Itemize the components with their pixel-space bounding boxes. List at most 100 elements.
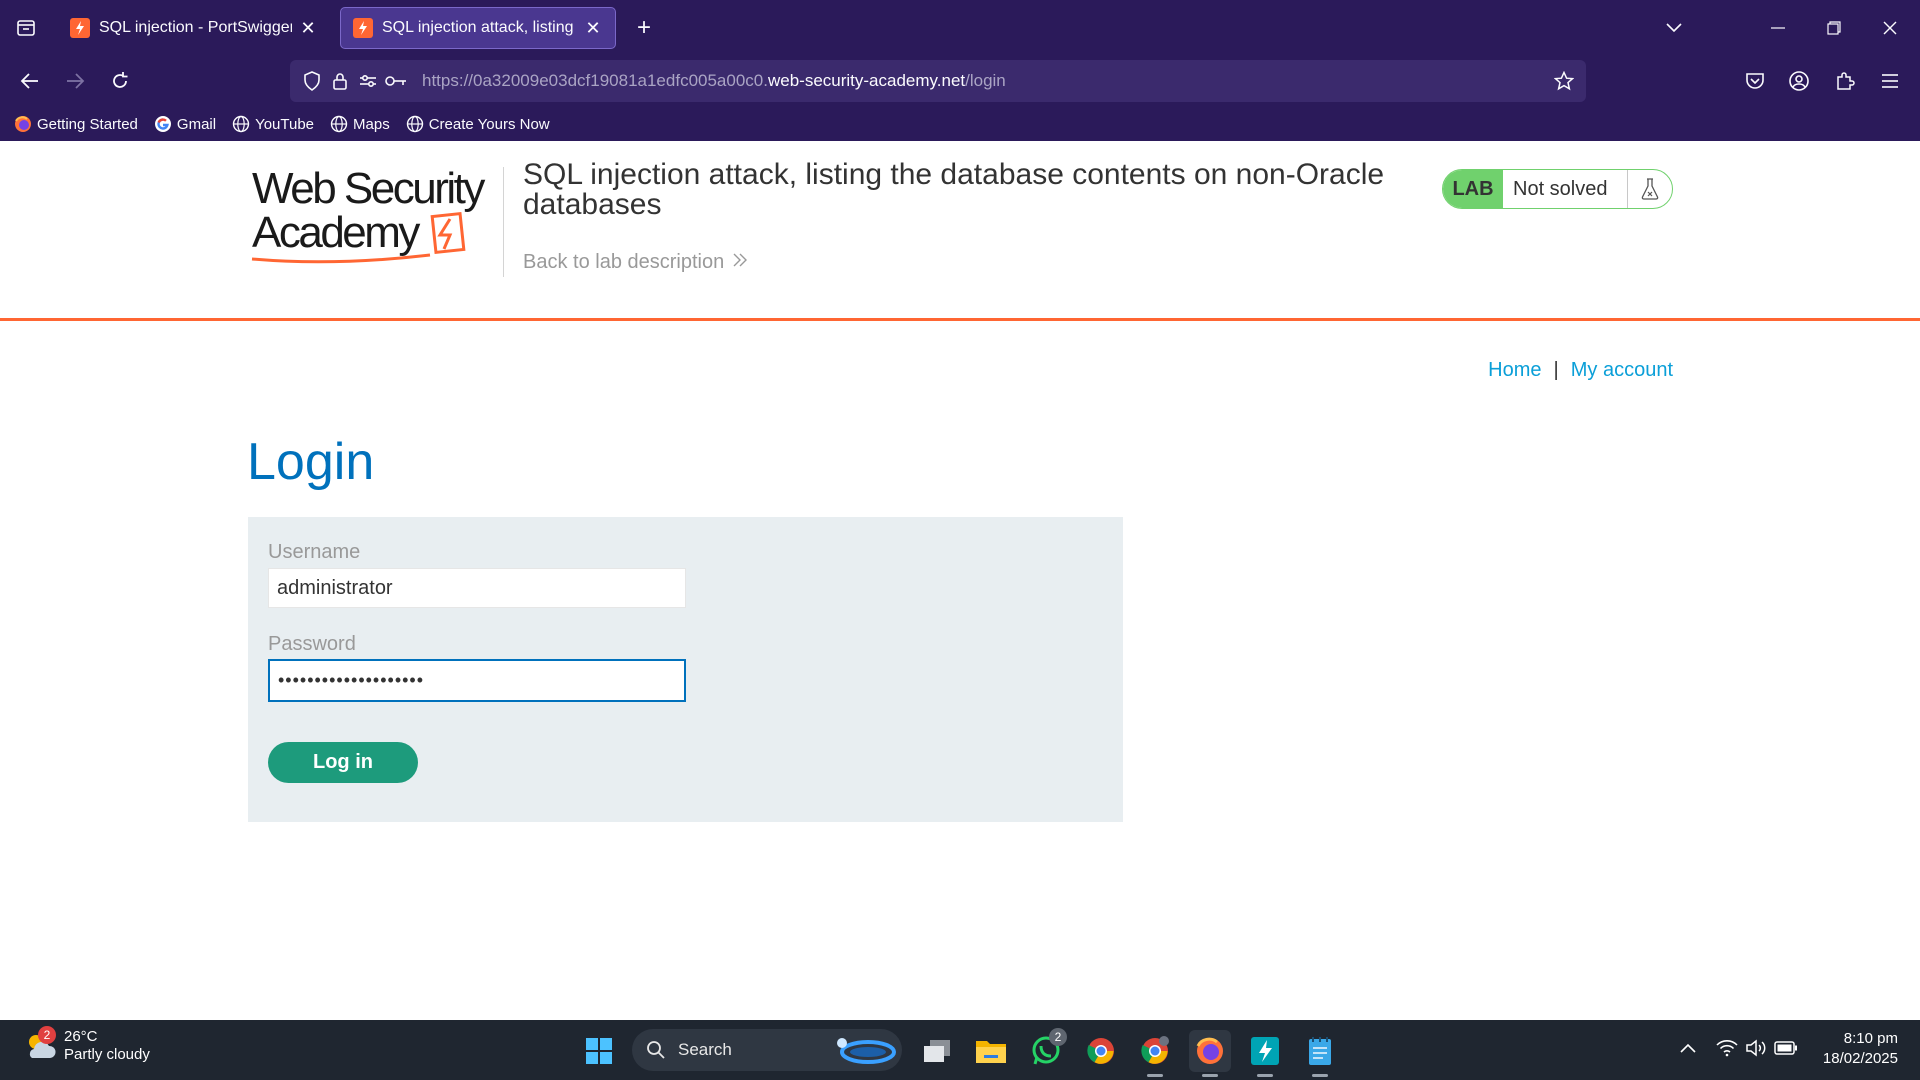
reload-icon: [113, 72, 128, 88]
password-label: Password: [268, 633, 356, 655]
folder-icon: [976, 1041, 1006, 1063]
search-highlight-icon: [837, 1038, 896, 1064]
task-view-button[interactable]: [916, 1030, 958, 1072]
tab-title: SQL injection - PortSwigger: [99, 19, 292, 36]
arrow-right-icon: [67, 73, 85, 89]
browser-navbar: https://0a32009e03dcf19081a1edfc005a00c0…: [0, 55, 1920, 107]
lab-status-text: Not solved: [1513, 177, 1608, 200]
minimize-icon: [1771, 26, 1785, 29]
account-button[interactable]: [1781, 63, 1817, 99]
svg-text:Web Security: Web Security: [252, 165, 485, 213]
weather-widget[interactable]: 2 26°C Partly cloudy: [22, 1026, 150, 1064]
hamburger-menu-icon: [1882, 74, 1898, 88]
tab-lab-active[interactable]: SQL injection attack, listing the ✕: [340, 7, 616, 49]
key-icon[interactable]: [382, 67, 410, 95]
close-window-button[interactable]: [1862, 0, 1918, 55]
whatsapp-button[interactable]: 2: [1025, 1028, 1067, 1072]
close-tab-icon[interactable]: ✕: [583, 18, 603, 38]
battery-status[interactable]: [1772, 1034, 1800, 1062]
start-button[interactable]: [578, 1030, 620, 1072]
login-form: Username administrator Password ••••••••…: [248, 517, 1123, 822]
windows-logo-icon: [586, 1038, 612, 1064]
bookmark-youtube[interactable]: YouTube: [232, 115, 314, 133]
chrome-profile-button[interactable]: [1134, 1030, 1176, 1077]
back-link-label: Back to lab description: [523, 251, 725, 273]
globe-icon: [232, 115, 250, 133]
username-label: Username: [268, 541, 361, 563]
weather-badge: 2: [38, 1026, 56, 1044]
url-bar[interactable]: https://0a32009e03dcf19081a1edfc005a00c0…: [290, 60, 1586, 102]
password-field[interactable]: ••••••••••••••••••••: [268, 659, 686, 702]
file-explorer-button[interactable]: [970, 1030, 1012, 1072]
lab-status-widget: LAB Not solved: [1442, 169, 1673, 209]
tracking-protection-icon[interactable]: [298, 67, 326, 95]
clock-date: 18/02/2025: [1822, 1050, 1898, 1067]
show-hidden-icons-button[interactable]: [1674, 1034, 1702, 1062]
wifi-status[interactable]: [1713, 1034, 1741, 1062]
bookmark-label: Create Yours Now: [428, 115, 550, 133]
clock-time: 8:10 pm: [1843, 1030, 1898, 1047]
username-value: administrator: [277, 576, 393, 599]
lock-icon[interactable]: [326, 67, 354, 95]
list-all-tabs-button[interactable]: [1646, 0, 1702, 55]
home-link[interactable]: Home: [1488, 359, 1541, 382]
pocket-button[interactable]: [1737, 63, 1773, 99]
chrome-button[interactable]: [1080, 1030, 1122, 1072]
web-security-academy-logo[interactable]: Web Security Academy: [250, 164, 500, 265]
back-to-lab-description-link[interactable]: Back to lab description: [523, 251, 748, 274]
permissions-icon[interactable]: [354, 67, 382, 95]
volume-control[interactable]: [1742, 1034, 1770, 1062]
task-view-icon: [924, 1040, 950, 1062]
partly-cloudy-icon: 2: [22, 1026, 58, 1064]
url-text[interactable]: https://0a32009e03dcf19081a1edfc005a00c0…: [422, 71, 1006, 91]
flask-icon: [1627, 170, 1672, 208]
taskbar-search[interactable]: Search: [632, 1029, 902, 1071]
globe-icon: [406, 115, 424, 133]
notepad-button[interactable]: [1299, 1030, 1341, 1077]
lab-header: Web Security Academy SQL injection attac…: [0, 141, 1920, 321]
url-host: web-security-academy.net: [767, 71, 966, 90]
back-button[interactable]: [12, 63, 48, 99]
url-path: /login: [965, 71, 1006, 90]
bookmark-label: YouTube: [255, 115, 315, 133]
bookmark-gmail[interactable]: Gmail: [154, 115, 216, 133]
my-account-link[interactable]: My account: [1571, 359, 1673, 382]
new-tab-button[interactable]: +: [630, 14, 658, 42]
restore-icon: [1827, 20, 1841, 35]
bookmarks-bar: Getting Started Gmail YouTube Maps Creat…: [0, 107, 1920, 141]
bookmark-create-yours-now[interactable]: Create Yours Now: [406, 115, 550, 133]
firefox-button[interactable]: [1189, 1030, 1231, 1077]
restore-button[interactable]: [1806, 0, 1862, 55]
top-nav-links: Home | My account: [1488, 359, 1673, 382]
page-title: Login: [247, 433, 375, 491]
bookmark-maps[interactable]: Maps: [330, 115, 390, 133]
lab-badge: LAB: [1443, 170, 1503, 208]
firefox-icon: [14, 115, 32, 133]
minimize-button[interactable]: [1750, 0, 1806, 55]
whatsapp-badge: 2: [1049, 1028, 1067, 1046]
chevron-down-icon: [1666, 22, 1682, 32]
bookmark-label: Getting Started: [37, 115, 138, 133]
bookmark-getting-started[interactable]: Getting Started: [14, 115, 138, 133]
forward-button[interactable]: [57, 63, 93, 99]
puzzle-icon: [1837, 72, 1855, 90]
log-in-button[interactable]: Log in: [268, 742, 418, 783]
burp-suite-button[interactable]: [1244, 1030, 1286, 1077]
reload-button[interactable]: [102, 63, 138, 99]
firefox-view-button[interactable]: [0, 0, 52, 55]
close-tab-icon[interactable]: ✕: [298, 18, 318, 38]
nav-separator: |: [1553, 359, 1559, 381]
system-clock[interactable]: 8:10 pm 18/02/2025: [1823, 1029, 1898, 1069]
extensions-button[interactable]: [1827, 63, 1863, 99]
bookmark-star-button[interactable]: [1550, 67, 1578, 95]
speaker-icon: [1746, 1039, 1766, 1057]
battery-icon: [1774, 1041, 1797, 1055]
lightning-icon: [1251, 1037, 1279, 1065]
menu-button[interactable]: [1872, 63, 1908, 99]
username-field[interactable]: administrator: [268, 568, 686, 608]
search-label: Search: [678, 1040, 732, 1059]
tab-title: SQL injection attack, listing the: [382, 19, 577, 36]
weather-condition: Partly cloudy: [64, 1046, 150, 1063]
account-icon: [1789, 71, 1809, 91]
tab-sql-injection[interactable]: SQL injection - PortSwigger ✕: [58, 7, 330, 49]
